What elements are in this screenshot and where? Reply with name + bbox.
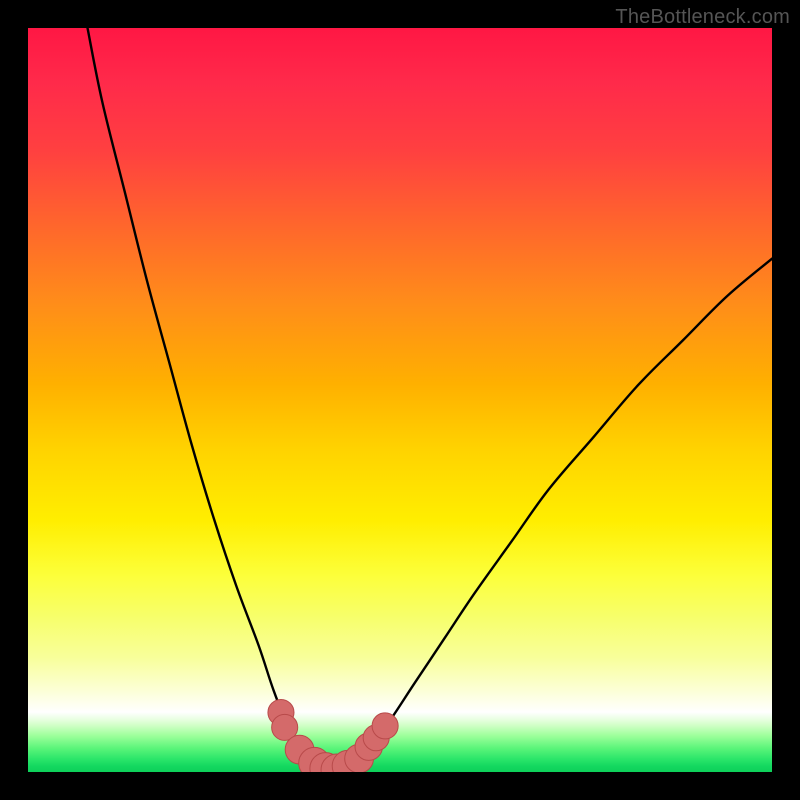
watermark-label: TheBottleneck.com	[615, 6, 790, 29]
curve-line	[88, 28, 772, 771]
curve-marker	[372, 713, 398, 739]
bottleneck-curve	[28, 28, 772, 772]
curve-markers	[268, 699, 398, 772]
chart-frame: TheBottleneck.com	[0, 0, 800, 800]
plot-area	[28, 28, 772, 772]
